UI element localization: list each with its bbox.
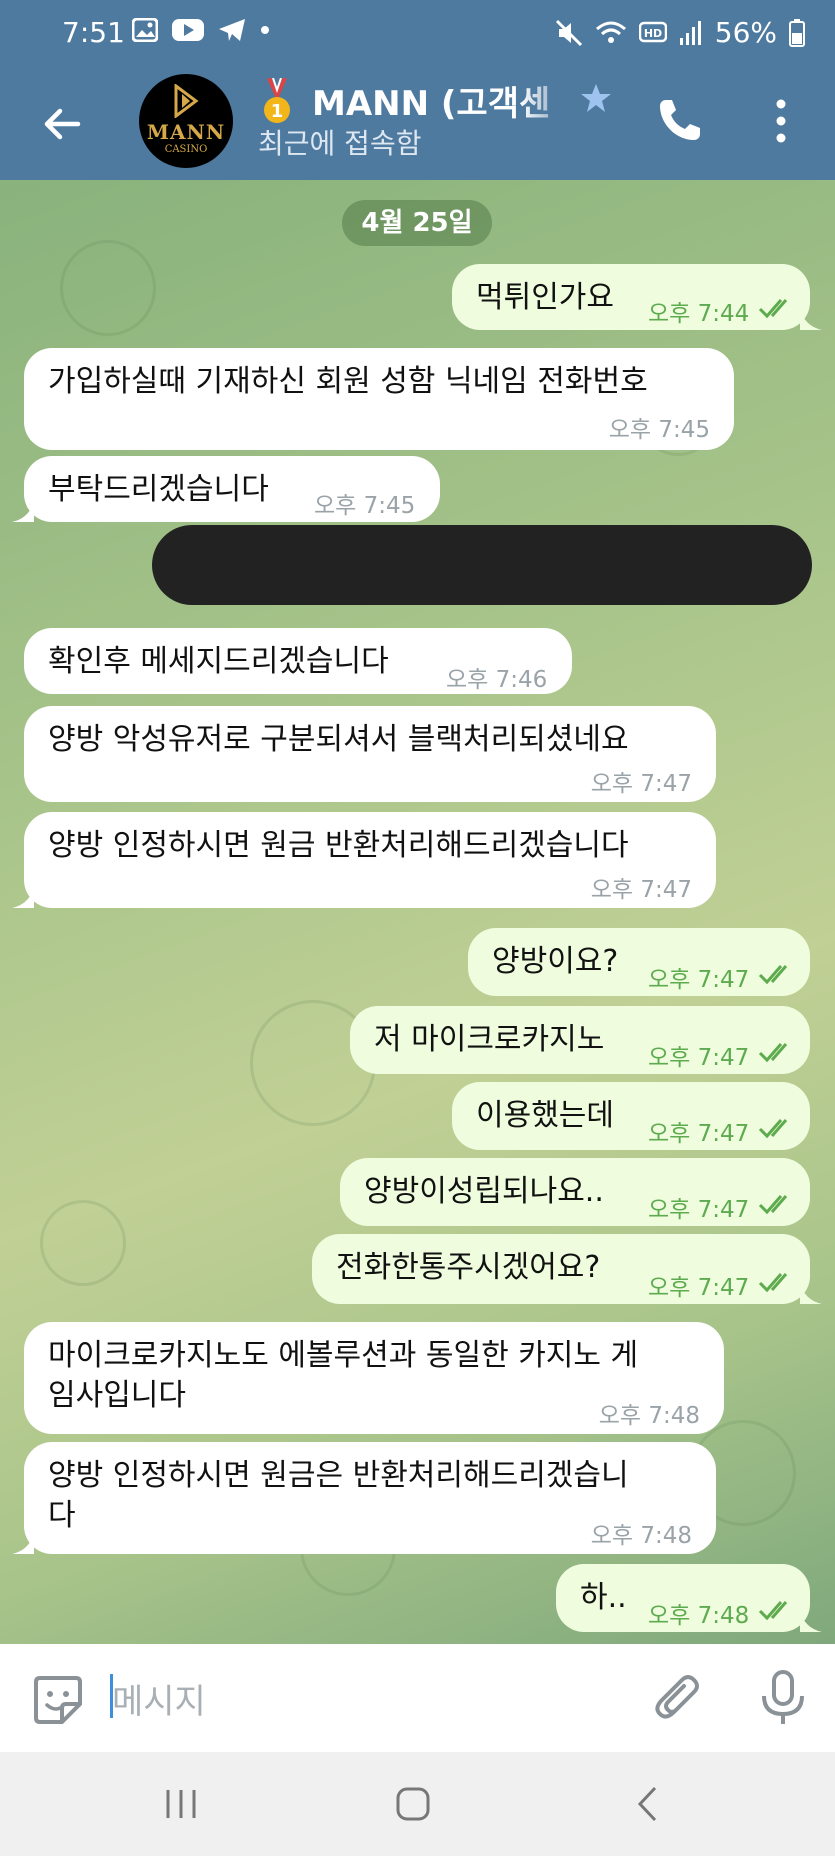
title-fade <box>520 76 580 122</box>
message-text: 이용했는데 <box>476 1098 614 1133</box>
message-time: 오후 7:47 <box>590 877 692 903</box>
message-text: 확인후 메세지드리겠습니다 <box>48 644 389 679</box>
message-time: 오후 7:45 <box>608 417 710 443</box>
redacted-message <box>152 525 812 605</box>
message-incoming[interactable]: 양방 인정하시면 원금 반환처리해드리겠습니다 오후 7:47 <box>24 812 716 908</box>
more-options-icon[interactable] <box>768 96 794 146</box>
phone-icon[interactable] <box>656 96 704 144</box>
bubble-tail <box>12 500 34 522</box>
microphone-icon[interactable] <box>758 1670 808 1726</box>
message-outgoing[interactable]: 양방이성립되나요.. 오후 7:47 <box>340 1158 810 1226</box>
message-outgoing[interactable]: 하.. 오후 7:48 <box>556 1564 810 1632</box>
message-time: 오후 7:48 <box>648 1603 750 1629</box>
message-time: 오후 7:47 <box>648 1275 750 1301</box>
message-outgoing[interactable]: 저 마이크로카지노 오후 7:47 <box>350 1006 810 1074</box>
medal-number: 1 <box>271 101 284 122</box>
bubble-tail <box>800 1610 822 1632</box>
background-doodle <box>40 1200 126 1286</box>
bubble-tail <box>800 1282 822 1304</box>
gallery-icon <box>132 18 158 42</box>
message-input[interactable]: 메시지 <box>112 1674 206 1723</box>
message-time: 오후 7:47 <box>648 967 750 993</box>
wifi-icon <box>595 21 626 43</box>
hd-icon: HD <box>638 21 667 42</box>
chat-header: MANN CASINO 1 MANN (고객센 최근에 접속함 <box>0 70 835 180</box>
back-arrow-icon[interactable] <box>38 100 86 148</box>
message-incoming[interactable]: 부탁드리겠습니다 오후 7:45 <box>24 456 440 522</box>
casino-logo-icon <box>174 84 199 118</box>
message-outgoing[interactable]: 양방이요? 오후 7:47 <box>468 928 810 996</box>
message-outgoing[interactable]: 이용했는데 오후 7:47 <box>452 1082 810 1150</box>
bubble-tail <box>12 1532 34 1554</box>
message-input-bar: 메시지 <box>0 1644 835 1752</box>
message-text: 가입하실때 기재하신 회원 성함 닉네임 전화번호 <box>48 364 648 399</box>
mute-icon <box>555 19 582 46</box>
message-time: 오후 7:48 <box>598 1403 700 1429</box>
background-doodle <box>60 240 156 336</box>
status-bar: 7:51 HD 56% <box>0 0 835 70</box>
message-time: 오후 7:47 <box>590 771 692 797</box>
message-incoming[interactable]: 마이크로카지노도 에볼루션과 동일한 카지노 게 임사입니다 오후 7:48 <box>24 1322 724 1434</box>
message-text: 하.. <box>580 1580 627 1615</box>
message-text: 양방 인정하시면 원금은 반환처리해드리겠습니 다 <box>48 1458 629 1533</box>
avatar-logo-subtext: CASINO <box>164 144 208 155</box>
message-time: 오후 7:47 <box>648 1121 750 1147</box>
chat-status: 최근에 접속함 <box>258 127 422 160</box>
back-nav-icon[interactable] <box>636 1786 658 1822</box>
battery-percent: 56% <box>714 16 777 49</box>
recent-apps-icon[interactable] <box>164 1788 198 1820</box>
message-time: 오후 7:47 <box>648 1197 750 1223</box>
star-icon <box>581 84 611 112</box>
notification-icons <box>132 18 270 42</box>
avatar-logo-text: MANN <box>146 120 226 144</box>
message-text: 부탁드리겠습니다 <box>48 472 269 507</box>
message-time: 오후 7:48 <box>590 1523 692 1549</box>
read-checkmarks-icon <box>758 1601 788 1621</box>
message-text: 먹튀인가요 <box>476 280 614 315</box>
chat-area[interactable]: 4월 25일 먹튀인가요 오후 7:44 가입하실때 기재하신 회원 성함 닉네… <box>0 180 835 1644</box>
read-checkmarks-icon <box>758 1195 788 1215</box>
system-icons: HD 56% <box>555 16 805 49</box>
read-checkmarks-icon <box>758 299 788 319</box>
message-incoming[interactable]: 확인후 메세지드리겠습니다 오후 7:46 <box>24 628 572 694</box>
message-text: 저 마이크로카지노 <box>374 1022 605 1057</box>
message-time: 오후 7:45 <box>314 493 416 519</box>
message-outgoing[interactable]: 먹튀인가요 오후 7:44 <box>452 264 810 330</box>
message-text: 양방 인정하시면 원금 반환처리해드리겠습니다 <box>48 828 629 863</box>
read-checkmarks-icon <box>758 965 788 985</box>
message-text: 양방이요? <box>492 944 619 979</box>
system-nav-bar <box>0 1752 835 1856</box>
signal-icon <box>679 20 701 45</box>
attach-icon[interactable] <box>652 1672 706 1726</box>
sticker-emoji-icon[interactable] <box>32 1674 84 1726</box>
svg-text:HD: HD <box>644 27 662 40</box>
message-incoming[interactable]: 양방 인정하시면 원금은 반환처리해드리겠습니 다 오후 7:48 <box>24 1442 716 1554</box>
read-checkmarks-icon <box>758 1119 788 1139</box>
medal-icon: 1 <box>264 78 290 123</box>
bubble-tail <box>12 886 34 908</box>
message-text: 양방이성립되나요.. <box>364 1174 604 1209</box>
status-time: 7:51 <box>62 16 125 49</box>
bubble-tail <box>800 308 822 330</box>
message-incoming[interactable]: 가입하실때 기재하신 회원 성함 닉네임 전화번호 오후 7:45 <box>24 348 734 450</box>
home-icon[interactable] <box>396 1786 430 1822</box>
message-outgoing[interactable]: 전화한통주시겠어요? 오후 7:47 <box>312 1234 810 1304</box>
battery-icon <box>789 18 805 47</box>
avatar[interactable]: MANN CASINO <box>139 74 233 168</box>
message-time: 오후 7:47 <box>648 1045 750 1071</box>
telegram-icon <box>219 19 245 41</box>
date-divider: 4월 25일 <box>342 200 492 246</box>
read-checkmarks-icon <box>758 1043 788 1063</box>
dot-icon <box>261 26 269 34</box>
message-text: 전화한통주시겠어요? <box>336 1250 601 1285</box>
youtube-icon <box>172 19 204 41</box>
message-incoming[interactable]: 양방 악성유저로 구분되셔서 블랙처리되셨네요 오후 7:47 <box>24 706 716 802</box>
message-text: 양방 악성유저로 구분되셔서 블랙처리되셨네요 <box>48 722 629 757</box>
message-time: 오후 7:46 <box>446 667 548 693</box>
read-checkmarks-icon <box>758 1273 788 1293</box>
message-text: 마이크로카지노도 에볼루션과 동일한 카지노 게 임사입니다 <box>48 1338 639 1413</box>
message-time: 오후 7:44 <box>648 301 750 327</box>
